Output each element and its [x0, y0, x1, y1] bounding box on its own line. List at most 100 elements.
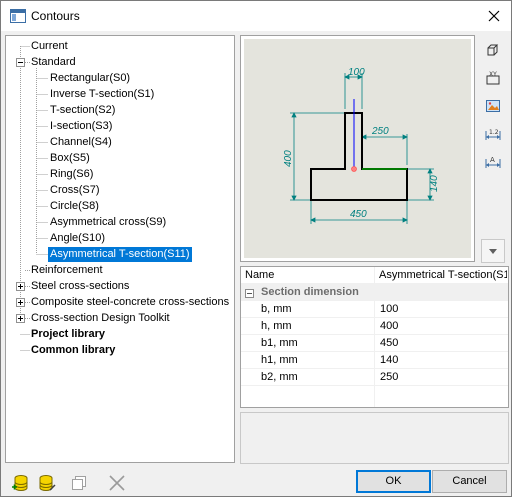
grid-row-value[interactable]: 140: [380, 352, 398, 369]
ok-button[interactable]: OK: [356, 470, 431, 493]
tree-item-label: Inverse T-section(S1): [50, 88, 155, 100]
database-add-icon: [12, 475, 28, 491]
tree-item-common-library[interactable]: Common library: [29, 343, 117, 358]
tree-item-label: Asymmetrical cross(S9): [50, 216, 167, 228]
xy-axes-icon: XY: [486, 71, 500, 85]
tree-item-label: Reinforcement: [31, 264, 103, 276]
window-icon: [10, 9, 26, 23]
tree-item-project-library[interactable]: Project library: [29, 327, 107, 342]
dimension-icon: 1.2: [485, 129, 501, 140]
image-button[interactable]: [481, 94, 505, 118]
dim-label-b1: 450: [350, 209, 367, 220]
tree-item-current[interactable]: Current: [29, 39, 70, 54]
svg-text:A: A: [490, 156, 495, 164]
delete-icon: [109, 475, 125, 491]
database-edit-icon: [39, 475, 56, 491]
tree-item-i-section[interactable]: I-section(S3): [48, 119, 114, 134]
tree-item-label: Composite steel-concrete cross-sections: [31, 296, 230, 308]
tree-item-asymmetrical-cross[interactable]: Asymmetrical cross(S9): [48, 215, 168, 230]
tree-item-standard[interactable]: Standard: [29, 55, 78, 70]
dim-label-b: 100: [348, 67, 365, 78]
axes-button[interactable]: XY: [481, 66, 505, 90]
add-to-library-button[interactable]: [9, 471, 33, 495]
svg-text:1.2: 1.2: [489, 129, 499, 136]
labels-button[interactable]: A: [481, 150, 505, 174]
tree-item-circle[interactable]: Circle(S8): [48, 199, 101, 214]
library-options-button[interactable]: [35, 471, 59, 495]
tree-item-label: Rectangular(S0): [50, 72, 131, 84]
grid-row-value[interactable]: 450: [380, 335, 398, 352]
grid-header-name: Name: [245, 269, 275, 281]
tree-item-label: Cross(S7): [50, 184, 100, 196]
title-bar: Contours: [1, 1, 511, 31]
grid-divider: [241, 334, 508, 335]
label-icon: A: [485, 156, 501, 168]
tree-item-design-toolkit[interactable]: Cross-section Design Toolkit: [29, 311, 172, 326]
tree-expander-steel[interactable]: [16, 282, 25, 291]
view-3d-button[interactable]: [481, 38, 505, 62]
tree-item-steel-cross-sections[interactable]: Steel cross-sections: [29, 279, 131, 294]
scroll-down-icon: [489, 248, 497, 254]
property-description-panel: [240, 412, 509, 464]
svg-text:XY: XY: [489, 71, 497, 78]
collapse-icon[interactable]: [245, 289, 254, 298]
tree-item-label: Ring(S6): [50, 168, 94, 180]
tree-item-label: Asymmetrical T-section(S11): [48, 247, 192, 262]
tree-item-label: Standard: [31, 56, 76, 68]
dim-label-h1: 140: [429, 175, 440, 192]
grid-column-divider: [374, 267, 375, 407]
copy-contour-button[interactable]: [67, 471, 91, 495]
grid-divider: [241, 368, 508, 369]
tree-expander-standard[interactable]: [16, 58, 25, 67]
tree-item-angle[interactable]: Angle(S10): [48, 231, 107, 246]
tree-item-composite[interactable]: Composite steel-concrete cross-sections: [29, 295, 231, 310]
copy-icon: [72, 476, 86, 490]
tree-item-reinforcement[interactable]: Reinforcement: [29, 263, 105, 278]
tree-item-ring[interactable]: Ring(S6): [48, 167, 95, 182]
tree-item-label: Common library: [31, 344, 116, 356]
grid-row-value[interactable]: 250: [380, 369, 398, 386]
close-button[interactable]: [477, 1, 511, 31]
tree-expander-toolkit[interactable]: [16, 314, 25, 323]
window-title: Contours: [31, 9, 80, 23]
section-preview: 100 250 450 400 140: [240, 35, 475, 262]
grid-row-name: b1, mm: [261, 337, 298, 349]
dim-label-h: 400: [283, 150, 294, 167]
grid-row-name: h1, mm: [261, 354, 298, 366]
grid-row-name: b2, mm: [261, 371, 298, 383]
tree-item-inverse-t-section[interactable]: Inverse T-section(S1): [48, 87, 156, 102]
tree-item-label: I-section(S3): [50, 120, 113, 132]
grid-row-name: h, mm: [261, 320, 292, 332]
tree-expander-composite[interactable]: [16, 298, 25, 307]
cancel-button[interactable]: Cancel: [432, 470, 507, 493]
tree-item-label: Angle(S10): [50, 232, 106, 244]
tree-item-t-section[interactable]: T-section(S2): [48, 103, 117, 118]
grid-divider: [241, 351, 508, 352]
grid-row-name: b, mm: [261, 303, 292, 315]
grid-category-label: Section dimension: [261, 286, 359, 298]
tree-item-cross[interactable]: Cross(S7): [48, 183, 102, 198]
section-drawing: 100 250 450 400 140: [283, 67, 440, 224]
tree-item-label: Circle(S8): [50, 200, 99, 212]
contour-tree[interactable]: Current Standard Rectangular(S0) Inverse…: [5, 35, 235, 463]
tree-item-rectangular[interactable]: Rectangular(S0): [48, 71, 132, 86]
toolbar-scroll-button[interactable]: [481, 239, 505, 263]
grid-divider: [241, 385, 508, 386]
tree-item-asymmetrical-t-section[interactable]: Asymmetrical T-section(S11): [48, 247, 192, 262]
tree-item-box[interactable]: Box(S5): [48, 151, 92, 166]
grid-row-value[interactable]: 400: [380, 318, 398, 335]
tree-item-label: Steel cross-sections: [31, 280, 130, 292]
contours-dialog: Contours Current Standard Rectangular(S0…: [0, 0, 512, 497]
tree-item-label: Cross-section Design Toolkit: [31, 312, 170, 324]
image-icon: [486, 100, 500, 112]
delete-contour-button[interactable]: [105, 471, 129, 495]
dimensions-button[interactable]: 1.2: [481, 122, 505, 146]
close-icon: [488, 10, 500, 22]
grid-header-value: Asymmetrical T-section(S11): [379, 269, 507, 281]
tree-item-label: Current: [31, 40, 68, 52]
grid-divider: [241, 317, 508, 318]
grid-row-value[interactable]: 100: [380, 301, 398, 318]
property-grid[interactable]: Name Asymmetrical T-section(S11) Section…: [240, 266, 509, 408]
tree-item-channel[interactable]: Channel(S4): [48, 135, 114, 150]
tree-item-label: Channel(S4): [50, 136, 112, 148]
